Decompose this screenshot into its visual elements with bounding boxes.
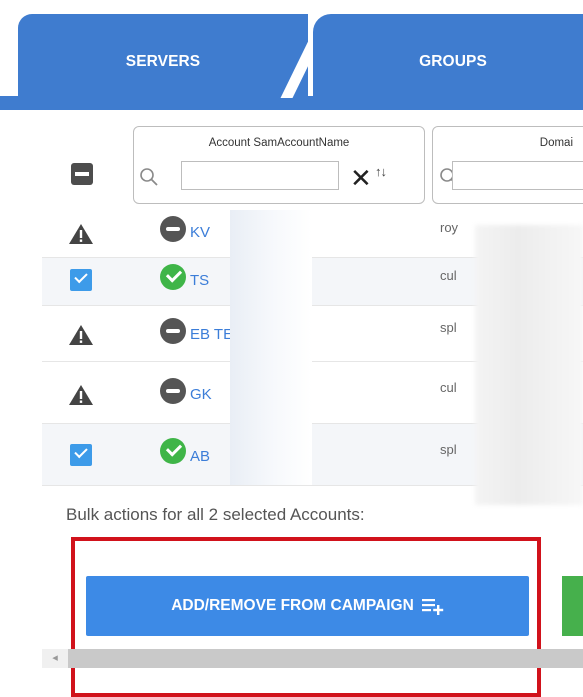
disabled-status-icon <box>160 318 186 344</box>
domain-filter-input[interactable] <box>452 161 583 190</box>
redacted-area <box>230 210 312 485</box>
search-icon <box>140 168 158 186</box>
warning-icon <box>69 385 93 405</box>
domain-cell: roy <box>440 220 459 235</box>
enabled-status-icon <box>160 438 186 464</box>
account-link[interactable]: KV <box>190 224 210 241</box>
account-link[interactable]: GK <box>190 386 212 403</box>
account-filter-input[interactable] <box>181 161 339 190</box>
disabled-status-icon <box>160 378 186 404</box>
disabled-status-icon <box>160 216 186 242</box>
add-remove-campaign-label: ADD/REMOVE FROM CAMPAIGN <box>171 597 414 614</box>
horizontal-scrollbar[interactable] <box>42 649 583 668</box>
column-header-domain: Domai <box>432 126 583 204</box>
secondary-action-button[interactable] <box>562 576 583 636</box>
tab-servers[interactable]: SERVERS <box>18 14 308 110</box>
sort-icon[interactable]: ↑↓ <box>375 164 387 179</box>
warning-icon <box>69 224 93 244</box>
warning-icon <box>69 325 93 345</box>
domain-cell: spl <box>440 442 457 457</box>
checkbox-icon[interactable] <box>70 269 92 291</box>
column-title-domain: Domai <box>539 137 573 149</box>
checkbox-icon[interactable] <box>70 444 92 466</box>
select-all-minus-icon[interactable] <box>71 163 93 185</box>
bulk-actions-text: Bulk actions for all 2 selected Accounts… <box>66 505 365 524</box>
add-remove-campaign-button[interactable]: ADD/REMOVE FROM CAMPAIGN <box>86 576 529 636</box>
account-link[interactable]: EB TE <box>190 326 233 343</box>
tab-servers-label: SERVERS <box>125 53 201 70</box>
domain-cell: cul <box>440 380 457 395</box>
tab-groups-label: GROUPS <box>419 53 487 70</box>
domain-cell: spl <box>440 320 457 335</box>
redacted-area <box>475 225 583 505</box>
account-link[interactable]: TS <box>190 272 209 289</box>
column-title-account: Account SamAccountName <box>208 137 350 149</box>
domain-cell: cul <box>440 268 457 283</box>
close-icon[interactable]: ✕ <box>350 165 372 191</box>
playlist-add-icon <box>421 599 443 615</box>
tab-groups[interactable]: GROUPS <box>313 14 583 110</box>
scroll-left-icon[interactable]: ◂ <box>42 649 68 668</box>
account-link[interactable]: AB <box>190 448 210 465</box>
enabled-status-icon <box>160 264 186 290</box>
